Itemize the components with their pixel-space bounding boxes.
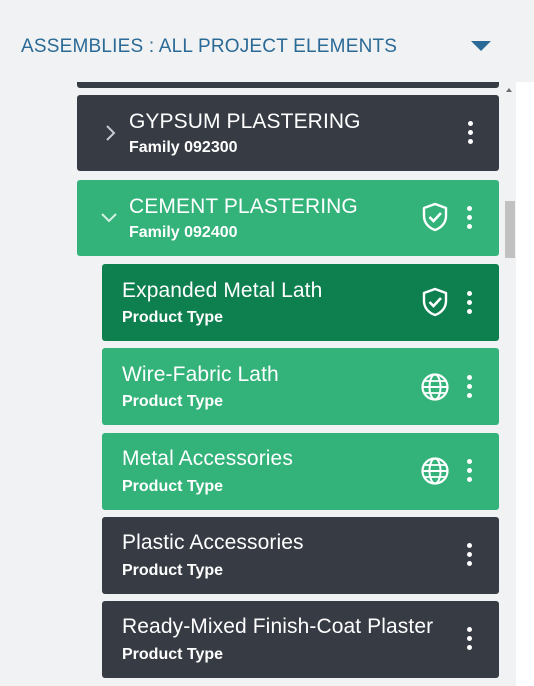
more-vertical-icon[interactable] — [460, 121, 480, 147]
globe-icon — [421, 373, 449, 401]
shield-check-icon — [422, 202, 448, 232]
tree-item-title: Metal Accessories — [122, 447, 293, 470]
tree-item-previous[interactable] — [77, 82, 499, 88]
assemblies-filter-label[interactable]: ASSEMBLIES : ALL PROJECT ELEMENTS — [21, 36, 397, 58]
more-vertical-icon[interactable] — [459, 459, 479, 485]
assemblies-header: ASSEMBLIES : ALL PROJECT ELEMENTS — [0, 0, 534, 82]
more-vertical-icon[interactable] — [459, 627, 479, 653]
header-title-prefix: ASSEMBLIES : — [21, 36, 155, 57]
tree-item-ready-mixed-finish-coat-plaster[interactable]: Ready-Mixed Finish-Coat Plaster Product … — [102, 601, 499, 678]
tree-item-title: Ready-Mixed Finish-Coat Plaster — [122, 615, 434, 638]
more-vertical-icon[interactable] — [459, 206, 479, 232]
caret-down-icon[interactable] — [471, 41, 491, 51]
scrollbar-thumb[interactable] — [505, 201, 515, 258]
tree-item-expanded-metal-lath[interactable]: Expanded Metal Lath Product Type — [102, 264, 499, 341]
tree-item-subtitle: Product Type — [122, 309, 224, 326]
tree-item-subtitle: Family 092300 — [129, 139, 238, 156]
tree-item-metal-accessories[interactable]: Metal Accessories Product Type — [102, 433, 499, 510]
tree-item-title: Expanded Metal Lath — [122, 279, 323, 302]
tree-item-cement-plastering[interactable]: CEMENT PLASTERING Family 092400 — [77, 180, 499, 256]
more-vertical-icon[interactable] — [459, 543, 479, 569]
chevron-right-icon[interactable] — [101, 124, 119, 142]
tree-item-subtitle: Product Type — [122, 393, 224, 410]
more-vertical-icon[interactable] — [459, 375, 479, 401]
header-title-value: ALL PROJECT ELEMENTS — [158, 36, 398, 57]
tree-item-title: Wire-Fabric Lath — [122, 363, 279, 386]
tree-item-wire-fabric-lath[interactable]: Wire-Fabric Lath Product Type — [102, 348, 499, 425]
tree-item-title: GYPSUM PLASTERING — [129, 110, 361, 133]
tree-item-plastic-accessories[interactable]: Plastic Accessories Product Type — [102, 517, 499, 594]
scroll-up-arrow-icon[interactable] — [506, 88, 512, 92]
shield-check-icon — [422, 287, 448, 317]
tree-item-subtitle: Product Type — [122, 646, 224, 663]
chevron-down-icon[interactable] — [100, 209, 118, 227]
tree-item-title: CEMENT PLASTERING — [129, 195, 358, 218]
tree-item-title: Plastic Accessories — [122, 531, 304, 554]
tree-item-subtitle: Product Type — [122, 478, 224, 495]
globe-icon — [421, 457, 449, 485]
more-vertical-icon[interactable] — [459, 291, 479, 317]
tree-item-subtitle: Product Type — [122, 562, 224, 579]
tree-item-subtitle: Family 092400 — [129, 224, 238, 241]
vertical-scrollbar[interactable] — [502, 82, 516, 686]
tree-item-gypsum-plastering[interactable]: GYPSUM PLASTERING Family 092300 — [77, 95, 499, 171]
panel-edge — [516, 82, 534, 686]
